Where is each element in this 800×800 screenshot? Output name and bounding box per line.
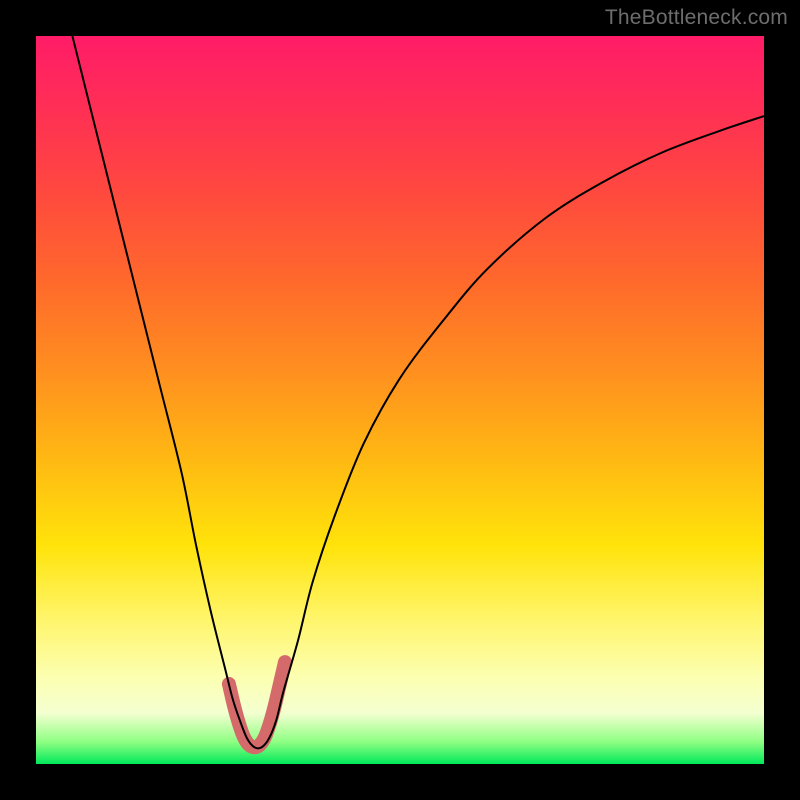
marker-band: [229, 662, 285, 747]
watermark-text: TheBottleneck.com: [605, 6, 788, 30]
chart-svg: [36, 36, 764, 764]
chart-frame: TheBottleneck.com: [0, 0, 800, 800]
plot-background: [36, 36, 764, 764]
black-curve: [72, 36, 764, 748]
